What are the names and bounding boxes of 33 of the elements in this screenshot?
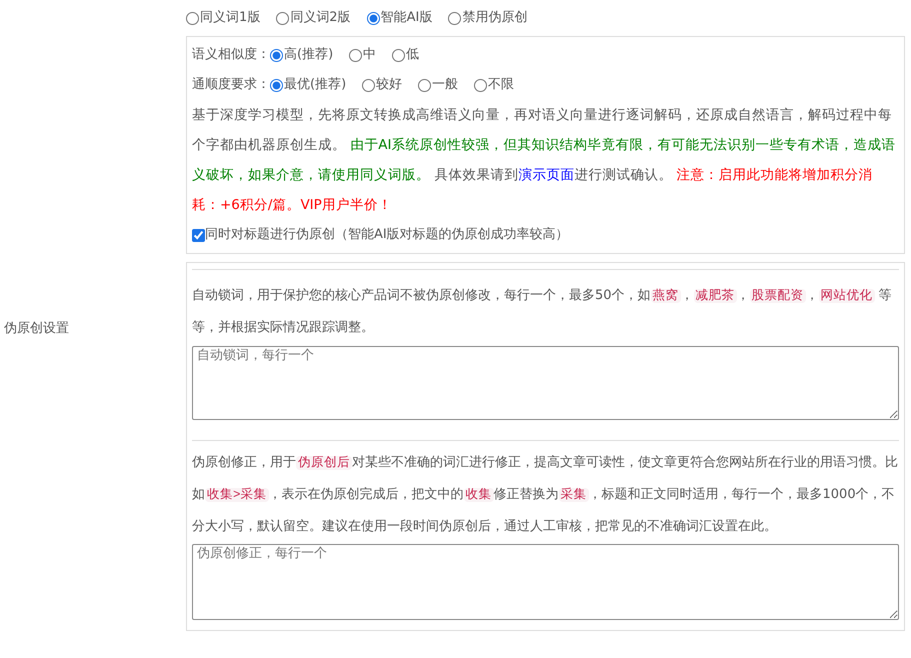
- radio-button[interactable]: [392, 48, 406, 62]
- lock-words-text: 自动锁词，用于保护您的核心产品词不被伪原创修改，每行一个，最多50个，如 燕窝，减肥茶，股票配资，网站优化 等等，并根据实际情况跟踪调整。: [192, 287, 893, 337]
- radio-label[interactable]: 最优(推荐): [284, 70, 346, 100]
- correction-field[interactable]: 伪原创修正，每行一个: [192, 544, 899, 620]
- radio-button[interactable]: [418, 78, 432, 92]
- radio-button[interactable]: [362, 78, 376, 92]
- section-label: 伪原创设置: [4, 320, 69, 338]
- setting-label: 语义相似度：: [192, 46, 270, 64]
- radio-label[interactable]: 智能AI版: [380, 8, 432, 28]
- radio-label[interactable]: 一般: [432, 70, 458, 100]
- radio-button[interactable]: [349, 48, 362, 62]
- radio-label[interactable]: 较好: [376, 70, 402, 100]
- radio-button[interactable]: [270, 48, 283, 62]
- correction-text: 伪原创修正，用于伪原创后 对某些不准确的词汇进行修正，提高文章可读性，使文章更符合您网站所在行业的用语习惯。比如 收集>采集，表示在伪原创完成后，把文中的 收集 修正替换为 采集，标题和正文同时适用，每行一个，最多1000个，不分大小写，默认留空。建议在使用一段时间伪原创后，通过人工审核，把常见的不准确词汇设置在此。: [192, 454, 899, 536]
- description-text: 基于深度学习模型，先将原文转换成高维语义向量，再对语义向量进行逐词解码，还原成自然语言，解码过程中每个字都由机器原创生成。 由于AI系统原创性较强，但其知识结构毕竟有限，有可能无法识别一些专有术语，造成语义破坏，如果介意，请使用同义词版。 具体效果请到演示页面进行测试确认。 注意：启用此功能将增加积分消耗：+6积分/篇。VIP用户半价！: [192, 106, 897, 215]
- radio-label[interactable]: 中: [363, 40, 376, 70]
- radio-button[interactable]: [276, 12, 290, 24]
- radio-label[interactable]: 同义词1版: [200, 8, 260, 28]
- title-checkbox[interactable]: [192, 228, 205, 242]
- radio-label[interactable]: 高(推荐): [284, 40, 334, 70]
- radio-button[interactable]: [448, 12, 462, 24]
- checkbox-label[interactable]: 同时对标题进行伪原创（智能AI版对标题的伪原创成功率较高）: [205, 220, 569, 250]
- radio-label[interactable]: 低: [406, 40, 420, 70]
- demo-link[interactable]: 演示页面: [518, 167, 574, 183]
- setting-label: 通顺度要求：: [192, 76, 270, 94]
- radio-label[interactable]: 禁用伪原创: [462, 8, 528, 28]
- radio-button[interactable]: [366, 12, 380, 24]
- lock-words-field[interactable]: 自动锁词，每行一个: [192, 346, 899, 420]
- radio-label[interactable]: 不限: [488, 70, 514, 100]
- radio-button[interactable]: [186, 12, 199, 24]
- radio-button[interactable]: [270, 78, 283, 92]
- radio-label[interactable]: 同义词2版: [290, 8, 351, 28]
- radio-button[interactable]: [474, 78, 488, 92]
